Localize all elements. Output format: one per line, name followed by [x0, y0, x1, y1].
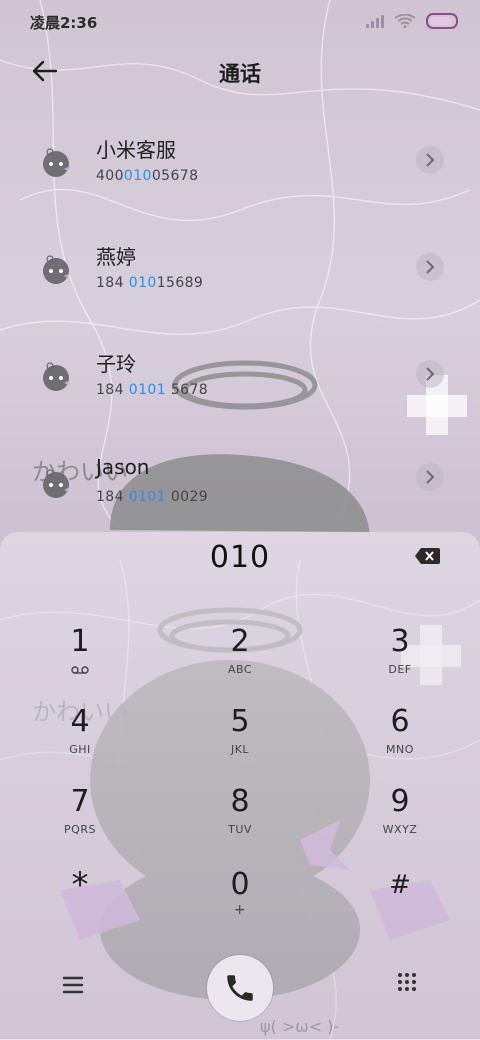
key-7[interactable]: 7 PQRS — [35, 785, 125, 855]
key-letters: ABC — [227, 663, 253, 676]
key-digit: # — [389, 870, 411, 900]
status-bar: 凌晨2:36 — [0, 0, 480, 44]
wifi-icon — [394, 14, 416, 28]
key-1[interactable]: 1 — [35, 625, 125, 695]
chevron-right-icon — [426, 470, 435, 484]
battery-icon — [426, 13, 458, 29]
key-5[interactable]: 5 JKL — [195, 705, 285, 775]
key-4[interactable]: 4 GHI — [35, 705, 125, 775]
chevron-right-icon — [426, 153, 435, 167]
contact-detail-button[interactable] — [416, 253, 444, 281]
page-title: 通话 — [219, 62, 261, 86]
key-star[interactable]: * — [35, 868, 125, 938]
contact-number: 40001005678 — [96, 168, 199, 184]
phone-icon — [227, 975, 253, 1001]
key-digit: 9 — [390, 784, 410, 819]
header: 通话 — [0, 44, 480, 98]
avatar-icon — [43, 362, 70, 391]
key-letters: JKL — [230, 743, 250, 756]
contact-number: 184 0101 0029 — [96, 489, 209, 505]
contact-detail-button[interactable] — [416, 146, 444, 174]
key-hash[interactable]: # — [355, 868, 445, 938]
contact-name: 子玲 — [96, 352, 136, 376]
menu-icon[interactable] — [62, 976, 84, 994]
key-letters: TUV — [228, 823, 252, 836]
key-8[interactable]: 8 TUV — [195, 785, 285, 855]
key-digit: 2 — [230, 624, 250, 659]
key-3[interactable]: 3 DEF — [355, 625, 445, 695]
key-digit: 0 — [230, 867, 250, 902]
dialpad-icon[interactable] — [396, 972, 418, 994]
key-letters: GHI — [69, 743, 91, 756]
key-0[interactable]: 0 + — [195, 868, 285, 938]
key-9[interactable]: 9 WXYZ — [355, 785, 445, 855]
key-digit: 4 — [70, 704, 90, 739]
contact-item[interactable]: 子玲 184 0101 5678 — [0, 348, 480, 438]
contact-name: 燕婷 — [96, 245, 136, 269]
backspace-icon[interactable] — [414, 547, 440, 565]
contact-item[interactable]: 小米客服 40001005678 — [0, 134, 480, 224]
status-icons — [366, 13, 458, 29]
key-2[interactable]: 2 ABC — [195, 625, 285, 695]
key-letters: WXYZ — [382, 823, 418, 836]
avatar-icon — [43, 469, 70, 498]
avatar-icon — [43, 255, 70, 284]
key-digit: 3 — [390, 624, 410, 659]
entered-number: 010 — [209, 540, 271, 575]
contact-name: 小米客服 — [96, 138, 176, 162]
key-letters: + — [233, 902, 247, 918]
signal-icon — [366, 14, 384, 28]
contact-detail-button[interactable] — [416, 463, 444, 491]
contact-number: 184 0101 5678 — [96, 382, 209, 398]
call-button[interactable] — [207, 955, 273, 1021]
key-letters: DEF — [388, 663, 412, 676]
contact-name: Jason — [96, 455, 150, 479]
key-6[interactable]: 6 MNO — [355, 705, 445, 775]
avatar-icon — [43, 148, 70, 177]
key-digit: 8 — [230, 784, 250, 819]
key-digit: * — [71, 865, 89, 905]
key-digit: 7 — [70, 784, 90, 819]
status-time: 凌晨2:36 — [30, 14, 98, 32]
key-letters: MNO — [386, 743, 414, 756]
chevron-right-icon — [426, 367, 435, 381]
key-digit: 1 — [70, 624, 90, 659]
key-letters: PQRS — [64, 823, 96, 836]
voicemail-icon — [71, 666, 89, 674]
contact-item[interactable]: 燕婷 184 01015689 — [0, 241, 480, 331]
key-digit: 5 — [230, 704, 250, 739]
contact-number: 184 01015689 — [96, 275, 204, 291]
key-digit: 6 — [390, 704, 410, 739]
chevron-right-icon — [426, 260, 435, 274]
contact-detail-button[interactable] — [416, 360, 444, 388]
